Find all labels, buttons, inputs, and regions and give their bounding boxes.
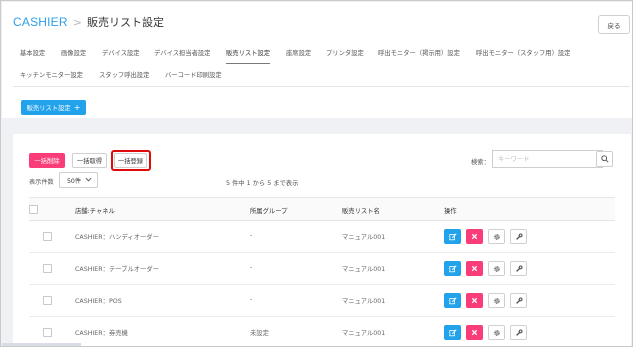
tab-seat-settings[interactable]: 座席設定 [286, 48, 311, 63]
edit-button[interactable] [444, 325, 461, 340]
tool-button[interactable] [510, 261, 527, 276]
tab-call-monitor-staff-settings[interactable]: 呼出モニター（スタッフ用）設定 [476, 48, 570, 63]
row-checkbox[interactable] [43, 264, 52, 273]
cell-group: 未設定 [250, 330, 269, 337]
tab-barcode-print-settings[interactable]: バーコード印刷設定 [165, 70, 222, 85]
settings-button[interactable] [488, 229, 505, 244]
cell-list-name: マニュアル001 [342, 298, 386, 305]
horizontal-scrollbar[interactable] [2, 343, 81, 346]
page-size-value: 50件 [67, 177, 82, 185]
delete-button[interactable] [466, 261, 483, 276]
bulk-register-highlight [111, 150, 151, 171]
settings-button[interactable] [488, 325, 505, 340]
tab-staff-call-settings[interactable]: スタッフ呼出設定 [99, 70, 149, 85]
edit-icon [448, 264, 457, 272]
delete-button[interactable] [466, 229, 483, 244]
edit-button[interactable] [444, 229, 461, 244]
table-row: CASHIER：POS - マニュアル001 [29, 285, 615, 317]
breadcrumb-brand[interactable]: CASHIER [13, 15, 68, 29]
close-icon [471, 297, 478, 304]
search-button[interactable] [596, 151, 613, 167]
gear-icon [493, 265, 500, 272]
gear-icon [493, 329, 500, 336]
search-input[interactable] [492, 150, 603, 168]
tabs-divider [13, 86, 630, 87]
cell-list-name: マニュアル001 [342, 330, 386, 337]
plus-icon: + [73, 102, 81, 112]
column-header-list-name[interactable]: 販売リスト名 [342, 206, 380, 215]
column-header-store[interactable]: 店舗:チャネル [75, 206, 115, 215]
tab-kitchen-monitor-settings[interactable]: キッチンモニター設定 [20, 70, 83, 85]
sales-list-table: 店舗:チャネル 所属グループ 販売リスト名 操作 CASHIER：ハンディオーダ… [29, 197, 615, 346]
tab-device-settings[interactable]: デバイス設定 [102, 48, 140, 63]
close-icon [471, 329, 478, 336]
tab-basic-settings[interactable]: 基本設定 [20, 48, 45, 63]
cell-group: - [250, 296, 253, 303]
tool-button[interactable] [510, 325, 527, 340]
breadcrumb-separator-icon: > [72, 15, 82, 29]
search-label: 検索： [471, 159, 490, 166]
close-icon [471, 233, 478, 240]
table-body: CASHIER：ハンディオーダー - マニュアル001 CASHIER：テーブルオーダ… [29, 221, 615, 346]
cell-store: CASHIER：テーブルオーダー [75, 266, 159, 273]
edit-button[interactable] [444, 261, 461, 276]
column-header-group[interactable]: 所属グループ [250, 206, 287, 215]
cell-group: - [250, 232, 253, 239]
delete-button[interactable] [466, 293, 483, 308]
wrench-icon [515, 296, 523, 304]
tab-call-monitor-display-settings[interactable]: 呼出モニター（掲示用）設定 [378, 48, 460, 63]
row-checkbox[interactable] [43, 328, 52, 337]
table-row: CASHIER：テーブルオーダー - マニュアル001 [29, 253, 615, 285]
tool-button[interactable] [510, 229, 527, 244]
settings-button[interactable] [488, 293, 505, 308]
edit-icon [448, 232, 457, 240]
cell-list-name: マニュアル001 [342, 234, 386, 241]
table-row: CASHIER：ハンディオーダー - マニュアル001 [29, 221, 615, 253]
cell-store: CASHIER：ハンディオーダー [75, 234, 159, 241]
edit-icon [448, 296, 457, 304]
close-icon [471, 265, 478, 272]
cell-list-name: マニュアル001 [342, 266, 386, 273]
column-header-actions: 操作 [444, 208, 457, 215]
add-sales-list-label: 販売リスト設定 [26, 105, 71, 112]
app-window: CASHIER > 販売リスト設定 戻る 基本設定 画像設定 デバイス設定 デバ… [0, 0, 633, 347]
cell-store: CASHIER：POS [75, 298, 122, 305]
cell-group: - [250, 264, 253, 271]
add-sales-list-button[interactable]: 販売リスト設定 + [21, 100, 86, 115]
wrench-icon [515, 328, 523, 336]
page-title: 販売リスト設定 [86, 16, 164, 29]
select-all-checkbox[interactable] [29, 205, 38, 214]
search-icon [600, 155, 609, 163]
paging-info: 5 件中 1 から 5 まで表示 [226, 180, 299, 187]
bulk-delete-button[interactable]: 一括削除 [29, 153, 65, 168]
tab-printer-settings[interactable]: プリンタ設定 [326, 48, 364, 63]
gear-icon [493, 297, 500, 304]
sales-list-card: 一括削除 一括取得 一括登録 検索： 表示件数 50件 5 件中 1 から 5 … [13, 134, 631, 346]
row-checkbox[interactable] [43, 296, 52, 305]
edit-button[interactable] [444, 293, 461, 308]
page-size-label: 表示件数 [29, 179, 54, 186]
table-row: CASHIER：券売機 未設定 マニュアル001 [29, 317, 615, 346]
cell-store: CASHIER：券売機 [75, 330, 128, 337]
delete-button[interactable] [466, 325, 483, 340]
header-panel: CASHIER > 販売リスト設定 戻る 基本設定 画像設定 デバイス設定 デバ… [2, 2, 632, 118]
breadcrumb: CASHIER > 販売リスト設定 [13, 14, 164, 30]
row-checkbox[interactable] [43, 232, 52, 241]
chevron-down-icon [85, 177, 92, 182]
gear-icon [493, 233, 500, 240]
edit-icon [448, 328, 457, 336]
bulk-fetch-button[interactable]: 一括取得 [72, 153, 107, 168]
table-header: 店舗:チャネル 所属グループ 販売リスト名 操作 [29, 197, 615, 221]
tab-sales-list-settings[interactable]: 販売リスト設定 [226, 48, 271, 64]
tab-device-staff-settings[interactable]: デバイス担当者設定 [154, 48, 210, 63]
page-size-select[interactable]: 50件 [59, 172, 98, 188]
back-button[interactable]: 戻る [598, 15, 630, 34]
wrench-icon [515, 232, 523, 240]
wrench-icon [515, 264, 523, 272]
tool-button[interactable] [510, 293, 527, 308]
tab-image-settings[interactable]: 画像設定 [61, 48, 86, 63]
settings-button[interactable] [488, 261, 505, 276]
